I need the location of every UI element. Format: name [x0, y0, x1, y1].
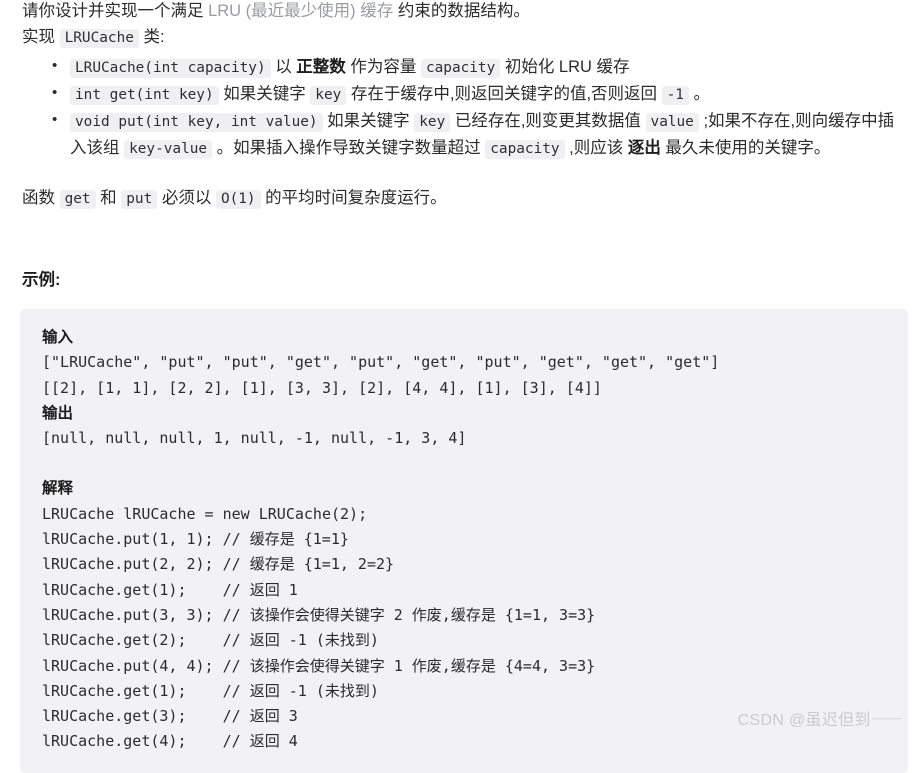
- bullet2-text-1: 如果关键字: [218, 85, 311, 103]
- inline-code-put-signature: void put(int key, int value): [70, 113, 323, 132]
- complexity-text-3: 必须以: [157, 189, 216, 207]
- bullet2-text-3: 。: [688, 85, 711, 103]
- inline-code-o1: O(1): [215, 190, 261, 209]
- lru-glossary-link[interactable]: LRU (最近最少使用) 缓存: [208, 2, 393, 20]
- inline-code-capacity-1: capacity: [420, 59, 501, 78]
- list-item: LRUCache(int capacity) 以 正整数 作为容量 capaci…: [22, 53, 907, 81]
- code-line-explain-7: lRUCache.get(1); // 返回 -1 (未找到): [42, 681, 379, 700]
- inline-code-minus-one: -1: [661, 86, 689, 105]
- bullet3-text-6: 最久未使用的关键字。: [660, 139, 831, 157]
- complexity-text-1: 函数: [22, 189, 60, 207]
- code-line-explain-2: lRUCache.put(2, 2); // 缓存是 {1=1, 2=2}: [42, 555, 395, 574]
- code-line-explain-4: lRUCache.put(3, 3); // 该操作会使得关键字 2 作废,缓存…: [42, 605, 596, 624]
- code-line-explain-1: lRUCache.put(1, 1); // 缓存是 {1=1}: [42, 530, 349, 549]
- inline-code-value: value: [645, 113, 699, 132]
- inline-code-lrucache: LRUCache: [59, 29, 139, 48]
- code-label-input: 输入: [42, 329, 74, 346]
- inline-code-constructor: LRUCache(int capacity): [70, 59, 271, 78]
- problem-description-page: 请你设计并实现一个满足 LRU (最近最少使用) 缓存 约束的数据结构。 实现 …: [0, 0, 915, 773]
- inline-code-capacity-2: capacity: [485, 140, 565, 159]
- bullet2-text-2: 存在于缓存中,则返回关键字的值,否则返回: [346, 85, 662, 103]
- bullet3-bold-evict: 逐出: [627, 139, 661, 157]
- list-item: void put(int key, int value) 如果关键字 key 已…: [22, 107, 907, 162]
- code-line-output-values: [null, null, null, 1, null, -1, null, -1…: [42, 429, 467, 448]
- intro-paragraph: 请你设计并实现一个满足 LRU (最近最少使用) 缓存 约束的数据结构。: [22, 0, 907, 24]
- bullet3-text-1: 如果关键字: [322, 112, 415, 130]
- bullet3-text-4: 。如果插入操作导致关键字数量超过: [212, 139, 486, 157]
- implement-prefix-text: 实现: [22, 28, 60, 46]
- bullet1-text-1: 以: [270, 58, 297, 76]
- code-line-explain-9: lRUCache.get(4); // 返回 4: [42, 732, 298, 751]
- bullet3-text-2: 已经存在,则变更其数据值: [450, 112, 646, 130]
- bullet3-text-5: ,则应该: [564, 139, 628, 157]
- implement-class-line: 实现 LRUCache 类:: [22, 24, 907, 51]
- complexity-requirement-line: 函数 get 和 put 必须以 O(1) 的平均时间复杂度运行。: [22, 185, 907, 212]
- bullet1-text-3: 初始化 LRU 缓存: [500, 58, 630, 76]
- code-line-explain-6: lRUCache.put(4, 4); // 该操作会使得关键字 1 作废,缓存…: [42, 656, 596, 675]
- code-block-spacer: [42, 451, 908, 476]
- code-line-input-args: [[2], [1, 1], [2, 2], [1], [3, 3], [2], …: [42, 378, 602, 397]
- intro-suffix-text: 约束的数据结构。: [393, 2, 530, 20]
- example-code-block: 输入 ["LRUCache", "put", "put", "get", "pu…: [20, 309, 908, 773]
- inline-code-get: get: [59, 190, 96, 209]
- inline-code-get-signature: int get(int key): [70, 86, 219, 105]
- inline-code-put: put: [121, 190, 158, 209]
- api-spec-list: LRUCache(int capacity) 以 正整数 作为容量 capaci…: [22, 53, 907, 162]
- code-label-output: 输出: [42, 404, 74, 422]
- csdn-watermark: CSDN @虽迟但到⸺: [737, 712, 903, 729]
- inline-code-key-value: key-value: [124, 140, 213, 159]
- complexity-text-2: 和: [95, 189, 122, 207]
- code-label-explanation: 解释: [42, 480, 74, 498]
- complexity-text-4: 的平均时间复杂度运行。: [260, 189, 447, 207]
- inline-code-key-1: key: [310, 86, 347, 105]
- bullet1-text-2: 作为容量: [345, 58, 421, 76]
- implement-suffix-text: 类:: [138, 28, 165, 46]
- code-line-explain-5: lRUCache.get(2); // 返回 -1 (未找到): [42, 631, 379, 650]
- code-line-explain-0: LRUCache lRUCache = new LRUCache(2);: [42, 504, 368, 523]
- intro-prefix-text: 请你设计并实现一个满足: [22, 2, 209, 20]
- example-heading: 示例:: [22, 271, 61, 289]
- code-line-input-methods: ["LRUCache", "put", "put", "get", "put",…: [42, 353, 720, 372]
- inline-code-key-2: key: [414, 113, 451, 132]
- bullet1-bold-positive-integer: 正整数: [296, 58, 346, 76]
- list-item: int get(int key) 如果关键字 key 存在于缓存中,则返回关键字…: [22, 80, 907, 108]
- code-line-explain-3: lRUCache.get(1); // 返回 1: [42, 580, 298, 599]
